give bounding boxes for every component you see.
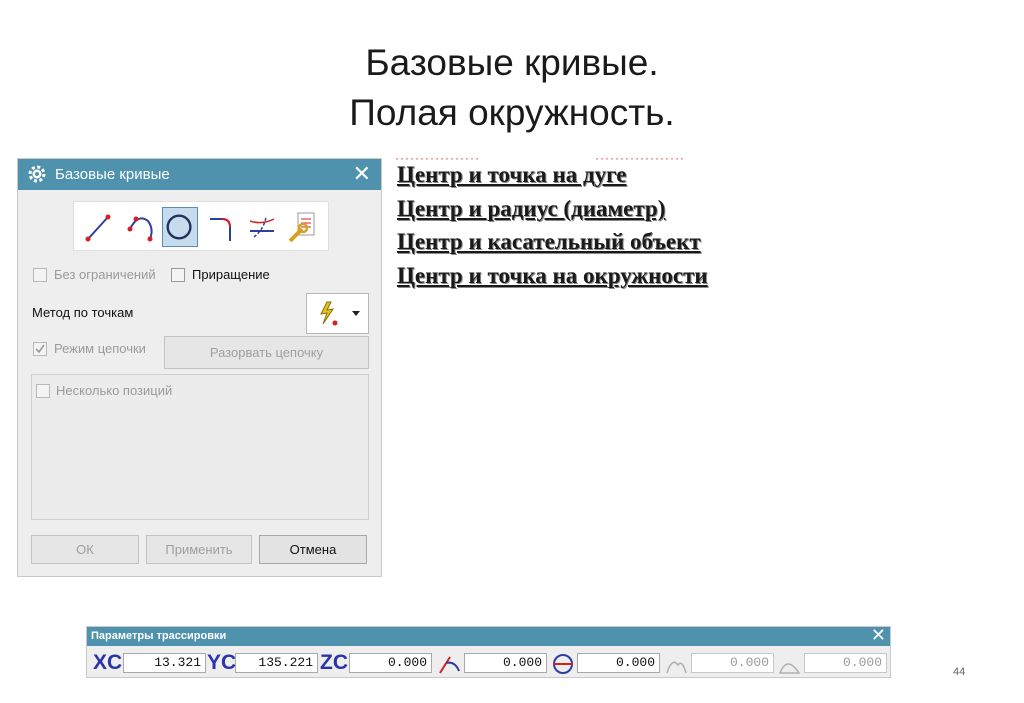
multiple-positions-group: Несколько позиций — [31, 374, 369, 520]
break-chain-button[interactable]: Разорвать цепочку — [164, 336, 369, 369]
increment-checkbox[interactable] — [171, 268, 185, 282]
field-7[interactable]: 0.000 — [804, 653, 887, 673]
ok-button[interactable]: ОК — [31, 535, 139, 564]
tracing-title: Параметры трассировки — [91, 630, 227, 642]
link-center-radius[interactable]: Центр и радиус (диаметр) — [397, 196, 665, 222]
gear-icon — [28, 165, 46, 183]
yc-label: YC — [207, 651, 237, 674]
dialog-title-bar: Базовые кривые ✕ — [18, 159, 381, 190]
chain-mode-checkbox[interactable] — [33, 342, 47, 356]
close-icon[interactable]: ✕ — [353, 161, 371, 187]
increment-label: Приращение — [192, 267, 270, 282]
arc-angle-icon — [439, 656, 460, 674]
xc-label: XC — [93, 651, 123, 674]
zc-field[interactable]: 0.000 — [349, 653, 432, 673]
point-method-dropdown[interactable] — [306, 293, 369, 334]
fillet-icon[interactable] — [204, 207, 240, 247]
multiple-positions-checkbox[interactable] — [36, 384, 50, 398]
diameter-icon — [553, 654, 573, 674]
checkmark-icon — [35, 344, 45, 354]
apply-button[interactable]: Применить — [146, 535, 252, 564]
page-number: 44 — [953, 666, 966, 678]
method-label: Метод по точкам — [32, 305, 134, 320]
chain-mode-label: Режим цепочки — [54, 341, 146, 356]
curve-type-toolbar — [73, 201, 329, 251]
link-center-point-on-arc[interactable]: Центр и точка на дуге — [397, 162, 626, 188]
xc-field[interactable]: 13.321 — [123, 653, 206, 673]
angle-field[interactable]: 0.000 — [464, 653, 547, 673]
yc-field[interactable]: 135.221 — [235, 653, 318, 673]
diameter-field[interactable]: 0.000 — [577, 653, 660, 673]
trim-icon[interactable] — [244, 207, 280, 247]
tracing-title-bar: Параметры трассировки ✕ — [87, 625, 890, 646]
edit-parameters-icon[interactable] — [286, 207, 322, 247]
arc-end-icon — [778, 663, 801, 674]
slide-title-line1: Базовые кривые. — [365, 42, 659, 83]
line-icon[interactable] — [80, 207, 116, 247]
slide-title: Базовые кривые. Полая окружность. — [0, 38, 1024, 138]
point-method-icon — [320, 301, 338, 326]
unconstrained-checkbox[interactable] — [33, 268, 47, 282]
chevron-down-icon — [352, 311, 360, 316]
unconstrained-label: Без ограничений — [54, 267, 156, 282]
link-center-tangent-object[interactable]: Центр и касательный объект — [397, 229, 701, 255]
field-6[interactable]: 0.000 — [691, 653, 774, 673]
arc-start-icon — [666, 661, 687, 674]
link-center-point-on-circle[interactable]: Центр и точка на окружности — [397, 263, 708, 289]
slide-title-line2: Полая окружность. — [349, 92, 675, 133]
arc-icon[interactable] — [122, 207, 158, 247]
multiple-positions-label: Несколько позиций — [56, 383, 173, 398]
basic-curves-dialog: Базовые кривые ✕ Без ограничений Прираще… — [17, 158, 382, 577]
dialog-title: Базовые кривые — [55, 166, 170, 183]
close-icon[interactable]: ✕ — [871, 625, 886, 646]
tracing-parameters-bar: Параметры трассировки ✕ XC 13.321 YC 135… — [86, 625, 891, 678]
circle-icon[interactable] — [162, 207, 198, 247]
zc-label: ZC — [320, 651, 348, 674]
cancel-button[interactable]: Отмена — [259, 535, 367, 564]
